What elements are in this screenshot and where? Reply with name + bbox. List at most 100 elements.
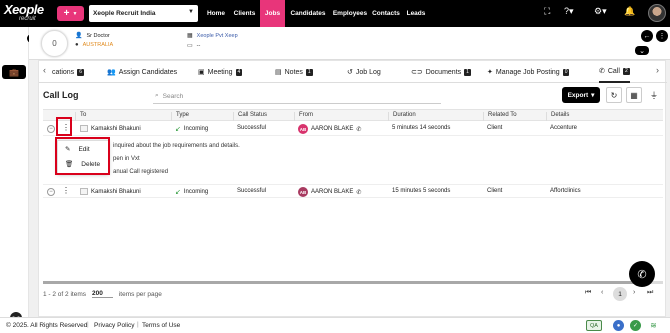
refresh-icon[interactable]: ↻ xyxy=(606,87,622,103)
nav-home[interactable]: Home xyxy=(203,0,229,27)
tab-badge: 2 xyxy=(622,67,630,75)
plus-icon: + xyxy=(63,8,70,19)
collapse-icon: − xyxy=(47,188,55,196)
last-page-icon[interactable]: ⏭ xyxy=(647,289,653,297)
pager-range: 1 - 2 of 2 items xyxy=(43,290,86,298)
table-header: To Type Call Status From Duration Relate… xyxy=(43,109,663,121)
col-to[interactable]: To xyxy=(75,112,86,121)
tab-badge: 6 xyxy=(77,68,84,76)
tab-label: Call xyxy=(607,67,620,75)
scrollbar-thumb[interactable] xyxy=(43,281,651,284)
gear-icon[interactable]: ⚙▾ xyxy=(594,6,607,17)
col-related-to[interactable]: Related To xyxy=(483,112,517,121)
col-from[interactable]: From xyxy=(294,112,313,121)
more-vertical-icon[interactable]: ⋮ xyxy=(656,30,668,42)
calendar-icon[interactable]: ▦ xyxy=(626,87,642,103)
horizontal-scrollbar[interactable] xyxy=(43,281,663,284)
tab-applications[interactable]: cations 6 xyxy=(52,61,84,83)
fullscreen-icon[interactable]: ⛶ xyxy=(544,6,550,17)
chevron-down-icon: ▾ xyxy=(591,92,595,99)
highlight-box-context-menu xyxy=(55,137,110,175)
pager: 1 - 2 of 2 items 200 items per page xyxy=(43,290,162,298)
col-duration[interactable]: Duration xyxy=(388,112,416,121)
nav-candidates[interactable]: Candidates xyxy=(288,0,328,27)
contact-image xyxy=(80,188,88,195)
check-circle-icon[interactable]: ✓ xyxy=(630,320,641,331)
row-menu-icon[interactable]: ⋮ xyxy=(62,186,70,195)
chevron-down-icon: ▼ xyxy=(188,9,194,15)
sparkle-icon: ✦ xyxy=(487,69,493,76)
cell-to-text: Kamakshi Bhakuni xyxy=(91,188,141,195)
first-page-icon[interactable]: ⏮ xyxy=(585,289,591,297)
phone-icon: ✆ xyxy=(637,268,647,281)
export-button[interactable]: Export ▾ xyxy=(562,87,600,103)
job-company[interactable]: ▦ Xeople Pvt Xeep xyxy=(187,32,238,40)
cell-type: ↙ Incoming xyxy=(175,125,208,133)
logo-text: Xeople xyxy=(4,2,44,17)
company-select-value: Xeople Recruit India xyxy=(93,10,156,17)
col-type[interactable]: Type xyxy=(171,112,189,121)
tab-badge: 1 xyxy=(464,68,471,76)
back-arrow-icon[interactable]: ← xyxy=(641,30,653,42)
note-icon: ▤ xyxy=(275,69,282,76)
tab-assign-candidates[interactable]: 👥 Assign Candidates xyxy=(107,61,177,83)
collapse-header-icon[interactable]: ⌄ xyxy=(635,46,649,55)
wifi-icon: ≋ xyxy=(650,321,657,330)
tab-call[interactable]: ✆ Call 2 xyxy=(599,61,630,83)
tab-documents[interactable]: ⊂⊃ Documents 1 xyxy=(411,61,471,83)
nav-clients[interactable]: Clients xyxy=(231,0,258,27)
expand-toggle[interactable]: − xyxy=(47,188,55,196)
from-avatar: AB xyxy=(298,124,308,134)
nav-contacts[interactable]: Contacts xyxy=(371,0,401,27)
col-call-status[interactable]: Call Status xyxy=(233,112,267,121)
cell-related: Client xyxy=(487,188,503,194)
page-size-select[interactable]: 200 xyxy=(92,290,113,298)
col-details[interactable]: Details xyxy=(546,112,569,121)
card-icon: ▭ xyxy=(187,43,193,49)
user-avatar[interactable] xyxy=(648,4,666,22)
app-logo[interactable]: Xeople recruit xyxy=(4,2,44,22)
next-page-icon[interactable]: › xyxy=(633,289,635,296)
footer-separator: | xyxy=(137,321,139,328)
chevron-down-icon: ▼ xyxy=(72,10,78,17)
count-circle: 0 xyxy=(41,30,68,57)
prev-page-icon[interactable]: ‹ xyxy=(601,289,603,296)
tab-manage-job-posting[interactable]: ✦ Manage Job Posting 0 xyxy=(487,61,570,83)
phone-icon[interactable]: ✆ xyxy=(356,189,361,196)
top-navbar: Xeople recruit + ▼ Xeople Recruit India … xyxy=(0,0,670,27)
phone-icon[interactable]: ✆ xyxy=(356,126,361,133)
quick-add-button[interactable]: + ▼ xyxy=(57,6,84,21)
footer-separator: | xyxy=(87,321,89,328)
qa-badge: QA xyxy=(586,320,602,331)
dialer-button[interactable]: ✆ xyxy=(629,261,655,287)
current-page[interactable]: 1 xyxy=(613,287,627,301)
detail-registered: anual Call registered xyxy=(113,169,169,175)
bell-icon[interactable]: 🔔 xyxy=(624,6,635,17)
table-row[interactable]: − ⋮ Kamakshi Bhakuni ↙ Incoming Successfu… xyxy=(43,122,663,136)
chevron-right-icon[interactable]: › xyxy=(656,65,659,75)
expand-toggle[interactable]: − xyxy=(47,125,55,133)
privacy-link[interactable]: Privacy Policy xyxy=(94,322,134,329)
tab-job-log[interactable]: ↺ Job Log xyxy=(347,61,381,83)
company-select[interactable]: Xeople Recruit India ▼ xyxy=(89,5,198,22)
search-input[interactable]: ⌕ Search xyxy=(153,89,441,104)
tab-label: Meeting xyxy=(207,68,233,76)
tab-label: Notes xyxy=(284,68,303,76)
cell-duration: 5 minutes 14 seconds xyxy=(392,125,451,131)
cell-status: Successful xyxy=(237,188,267,194)
chevron-left-icon[interactable]: ‹ xyxy=(43,65,46,75)
tab-meeting[interactable]: ▣ Meeting 4 xyxy=(198,61,243,83)
footer-copyright: © 2025. All Rights Reserved xyxy=(6,322,88,329)
user-circle-icon[interactable]: ● xyxy=(613,320,624,331)
terms-link[interactable]: Terms of Use xyxy=(142,322,180,329)
cell-type-text: Incoming xyxy=(183,189,209,195)
nav-leads[interactable]: Leads xyxy=(405,0,427,27)
table-row[interactable]: − ⋮ Kamakshi Bhakuni ↙ Incoming Successfu… xyxy=(43,184,663,198)
briefcase-icon[interactable]: 💼 xyxy=(2,65,26,79)
job-subline: ▭ -- xyxy=(187,42,200,50)
help-icon[interactable]: ?▾ xyxy=(564,6,574,17)
tab-notes[interactable]: ▤ Notes 1 xyxy=(275,61,313,83)
filter-icon[interactable]: ⏚ xyxy=(646,87,662,103)
nav-jobs[interactable]: Jobs xyxy=(260,0,285,27)
nav-employees[interactable]: Employees xyxy=(331,0,369,27)
